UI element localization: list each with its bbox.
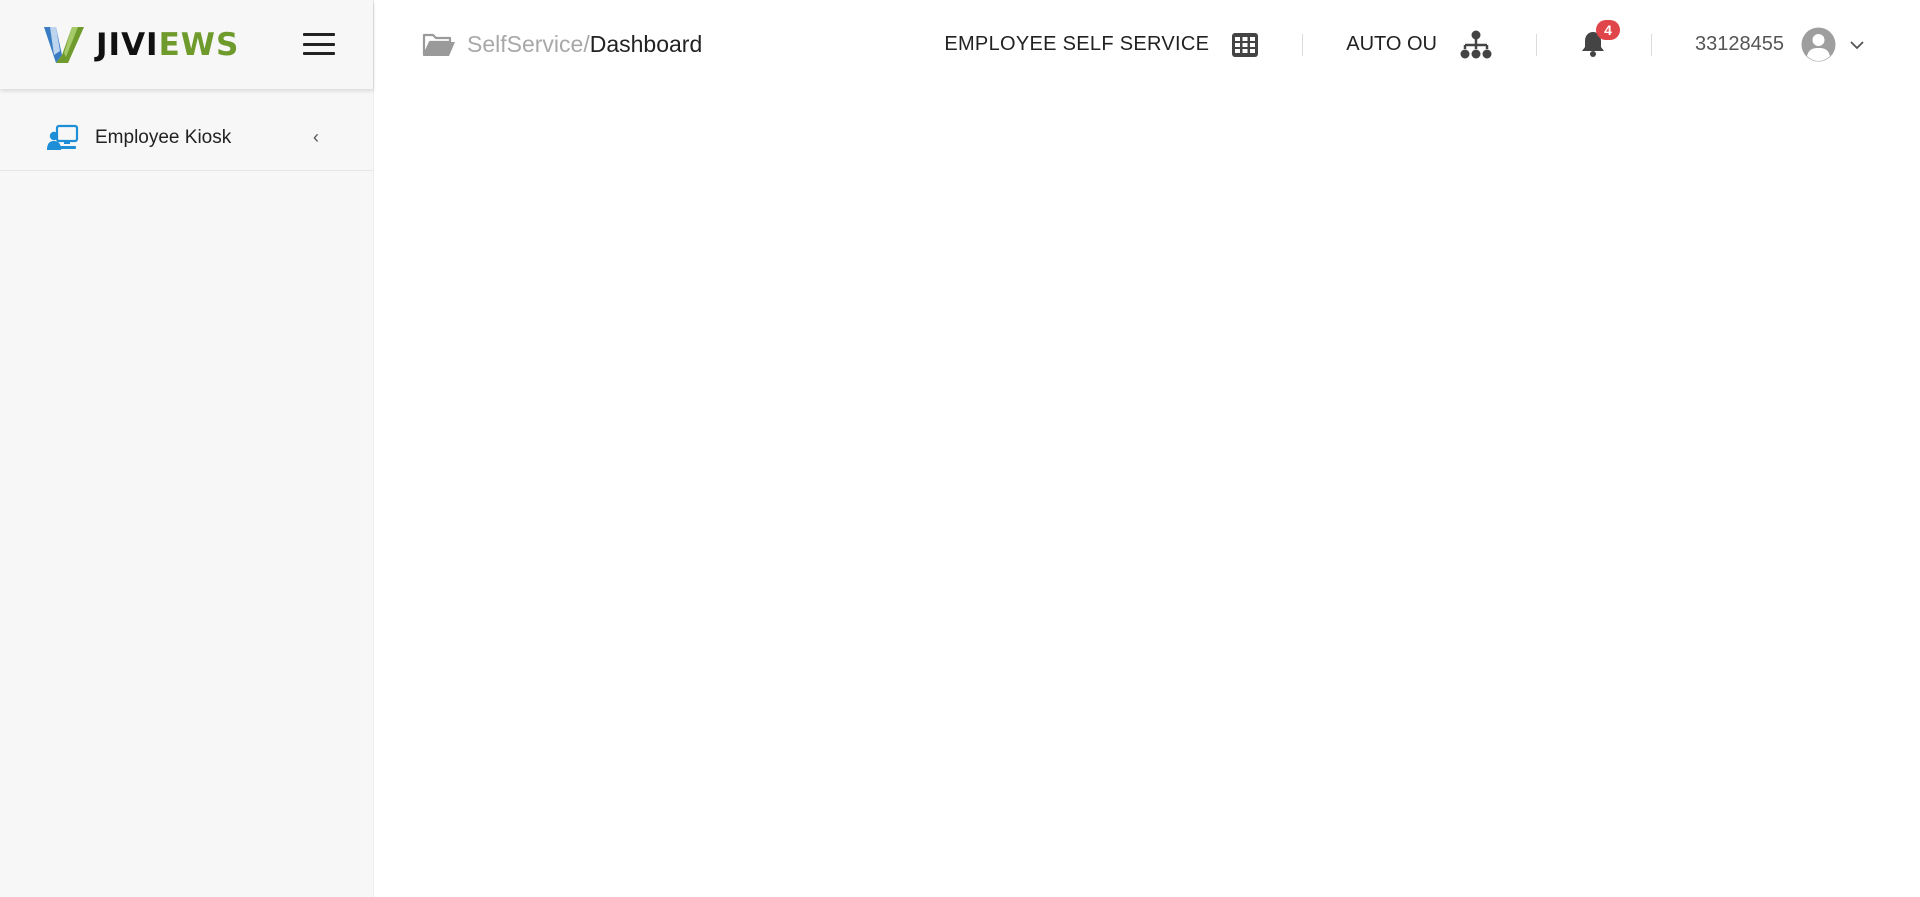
breadcrumb: SelfService/Dashboard [422, 31, 702, 59]
ou-label[interactable]: AUTO OU [1346, 33, 1437, 56]
logo-icon [44, 26, 84, 63]
module-label[interactable]: EMPLOYEE SELF SERVICE [944, 33, 1209, 56]
user-avatar-icon[interactable] [1801, 27, 1836, 62]
notifications-button[interactable]: 4 [1580, 19, 1621, 60]
breadcrumb-current: Dashboard [589, 31, 703, 57]
notification-count-badge: 4 [1596, 19, 1621, 40]
header-divider [1536, 33, 1538, 56]
header-divider [1651, 33, 1653, 56]
org-chart-icon[interactable] [1459, 30, 1493, 60]
header-divider [1302, 33, 1304, 56]
chevron-left-icon[interactable]: ‹ [313, 127, 319, 148]
apps-grid-icon[interactable] [1231, 32, 1259, 58]
sidebar-nav: Employee Kiosk ‹ [0, 105, 373, 171]
top-bar: SelfService/Dashboard EMPLOYEE SELF SERV… [374, 0, 1920, 89]
sidebar: JIVIEWS Employee Kiosk ‹ [0, 0, 374, 897]
header-actions: EMPLOYEE SELF SERVICE AUTO OU 4 33128455 [944, 0, 1920, 89]
brand-logo-accent: EWS [158, 26, 240, 63]
dashboard-content [374, 89, 1920, 897]
breadcrumb-parent[interactable]: SelfService/ [467, 31, 590, 58]
brand-logo-primary: JIVI [96, 26, 159, 63]
sidebar-item-employee-kiosk[interactable]: Employee Kiosk ‹ [0, 105, 373, 171]
menu-toggle-icon[interactable] [303, 33, 335, 55]
folder-open-icon [422, 33, 455, 56]
chevron-down-icon[interactable] [1849, 40, 1865, 50]
brand-bar: JIVIEWS [0, 0, 373, 89]
brand-logo-text: JIVIEWS [96, 27, 239, 63]
employee-kiosk-icon [47, 124, 79, 150]
sidebar-item-label: Employee Kiosk [95, 126, 232, 148]
user-id[interactable]: 33128455 [1695, 33, 1784, 56]
